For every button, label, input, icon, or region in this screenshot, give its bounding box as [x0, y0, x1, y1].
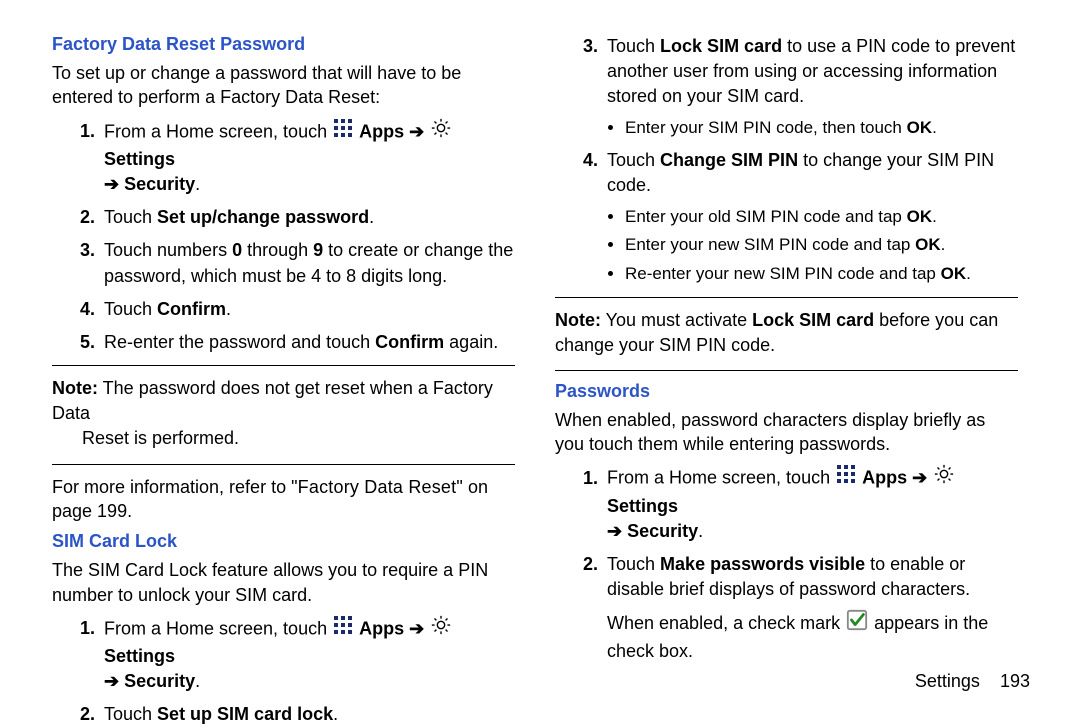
steps-passwords: From a Home screen, touch Apps ➔ Setting…	[555, 464, 1018, 663]
apps-grid-icon	[836, 464, 856, 491]
list-item: Touch numbers 0 through 9 to create or c…	[100, 238, 515, 288]
apps-label: Apps	[359, 121, 404, 141]
list-item: Touch Set up/change password.	[100, 205, 515, 230]
steps-sim: From a Home screen, touch Apps ➔ Setting…	[52, 615, 515, 728]
list-item: Re-enter the password and touch Confirm …	[100, 330, 515, 355]
list-item: Touch Lock SIM card to use a PIN code to…	[603, 34, 1018, 140]
divider	[555, 370, 1018, 371]
intro-passwords: When enabled, password characters displa…	[555, 408, 1018, 457]
checkmark-icon	[846, 609, 868, 637]
divider	[52, 464, 515, 465]
footer-page-number: 193	[1000, 671, 1030, 691]
divider	[52, 365, 515, 366]
list-item: Re-enter your new SIM PIN code and tap O…	[625, 262, 1018, 287]
right-column: Touch Lock SIM card to use a PIN code to…	[545, 34, 1038, 720]
apps-grid-icon	[333, 118, 353, 145]
settings-label: Settings	[104, 149, 175, 169]
settings-gear-icon	[430, 614, 452, 643]
heading-passwords: Passwords	[555, 381, 1018, 402]
footer-section: Settings	[915, 671, 980, 691]
settings-gear-icon	[430, 117, 452, 146]
page-footer: Settings 193	[915, 671, 1030, 692]
intro-fdrp: To set up or change a password that will…	[52, 61, 515, 110]
intro-sim: The SIM Card Lock feature allows you to …	[52, 558, 515, 607]
cross-reference: For more information, refer to "Factory …	[52, 475, 515, 524]
checkmark-note: When enabled, a check mark appears in th…	[607, 610, 1018, 663]
steps-sim-continued: Touch Lock SIM card to use a PIN code to…	[555, 34, 1018, 287]
note-sim: Note: You must activate Lock SIM card be…	[555, 308, 1018, 358]
left-column: Factory Data Reset Password To set up or…	[52, 34, 545, 720]
note-fdrp: Note: The password does not get reset wh…	[52, 376, 515, 452]
list-item: Enter your SIM PIN code, then touch OK.	[625, 116, 1018, 141]
apps-grid-icon	[333, 615, 353, 642]
divider	[555, 297, 1018, 298]
list-item: From a Home screen, touch Apps ➔ Setting…	[100, 118, 515, 198]
list-item: From a Home screen, touch Apps ➔ Setting…	[603, 464, 1018, 544]
heading-factory-data-reset-password: Factory Data Reset Password	[52, 34, 515, 55]
security-path: ➔ Security	[104, 174, 195, 194]
settings-gear-icon	[933, 463, 955, 492]
steps-fdrp: From a Home screen, touch Apps ➔ Setting…	[52, 118, 515, 356]
heading-sim-card-lock: SIM Card Lock	[52, 531, 515, 552]
manual-page: Factory Data Reset Password To set up or…	[0, 0, 1080, 720]
list-item: Touch Make passwords visible to enable o…	[603, 552, 1018, 663]
sub-bullets: Enter your SIM PIN code, then touch OK.	[607, 116, 1018, 141]
list-item: Enter your new SIM PIN code and tap OK.	[625, 233, 1018, 258]
list-item: Touch Change SIM PIN to change your SIM …	[603, 148, 1018, 286]
list-item: From a Home screen, touch Apps ➔ Setting…	[100, 615, 515, 695]
sub-bullets: Enter your old SIM PIN code and tap OK. …	[607, 205, 1018, 287]
list-item: Touch Confirm.	[100, 297, 515, 322]
list-item: Enter your old SIM PIN code and tap OK.	[625, 205, 1018, 230]
list-item: Touch Set up SIM card lock.	[100, 702, 515, 727]
